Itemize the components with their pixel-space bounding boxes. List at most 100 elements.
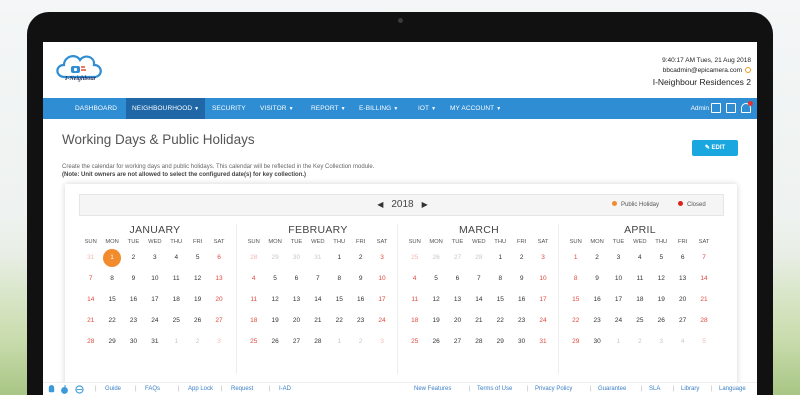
day-cell[interactable]: 15 — [329, 289, 350, 310]
day-cell[interactable]: 5 — [264, 268, 285, 289]
day-cell[interactable]: 25 — [629, 310, 650, 331]
nav-my-account[interactable]: My Account ▼ — [444, 98, 507, 119]
prev-year-icon[interactable]: ◀ — [377, 200, 383, 209]
day-cell[interactable]: 7 — [307, 268, 328, 289]
day-cell[interactable]: 28 — [243, 247, 264, 268]
day-cell[interactable]: 4 — [404, 268, 425, 289]
day-cell[interactable]: 14 — [693, 268, 714, 289]
nav-security[interactable]: Security — [206, 98, 252, 119]
nav-visitor[interactable]: Visitor ▼ — [254, 98, 300, 119]
day-cell[interactable]: 22 — [490, 310, 511, 331]
day-cell[interactable]: 1 — [490, 247, 511, 268]
day-cell[interactable]: 2 — [629, 331, 650, 352]
day-cell[interactable]: 14 — [307, 289, 328, 310]
day-cell[interactable]: 3 — [651, 331, 672, 352]
next-year-icon[interactable]: ▶ — [422, 200, 428, 209]
day-cell[interactable]: 27 — [447, 331, 468, 352]
day-cell[interactable]: 22 — [101, 310, 122, 331]
day-cell[interactable]: 17 — [144, 289, 165, 310]
day-cell[interactable]: 13 — [672, 268, 693, 289]
day-cell[interactable]: 15 — [565, 289, 586, 310]
footer-link[interactable]: New Features — [414, 383, 451, 395]
day-cell[interactable]: 11 — [629, 268, 650, 289]
day-cell[interactable]: 1 — [329, 331, 350, 352]
day-cell[interactable]: 27 — [286, 331, 307, 352]
day-cell[interactable]: 17 — [532, 289, 553, 310]
day-cell[interactable]: 13 — [286, 289, 307, 310]
day-cell[interactable]: 14 — [468, 289, 489, 310]
day-cell[interactable]: 12 — [264, 289, 285, 310]
day-cell[interactable]: 29 — [565, 331, 586, 352]
footer-link[interactable]: Library — [681, 383, 699, 395]
day-cell[interactable]: 1 — [608, 331, 629, 352]
day-cell[interactable]: 26 — [651, 310, 672, 331]
day-cell[interactable]: 30 — [586, 331, 607, 352]
day-cell[interactable]: 17 — [608, 289, 629, 310]
day-cell[interactable]: 18 — [404, 310, 425, 331]
nav-user[interactable]: Admin — [691, 98, 709, 119]
day-cell[interactable]: 14 — [80, 289, 101, 310]
day-cell[interactable]: 23 — [350, 310, 371, 331]
site-name[interactable]: I-Neighbour Residences 2 — [653, 76, 751, 88]
day-cell[interactable]: 4 — [672, 331, 693, 352]
day-cell[interactable]: 5 — [693, 331, 714, 352]
day-cell[interactable]: 16 — [586, 289, 607, 310]
power-icon[interactable] — [745, 67, 751, 73]
day-cell[interactable]: 24 — [532, 310, 553, 331]
day-cell[interactable]: 3 — [371, 247, 392, 268]
day-cell[interactable]: 8 — [101, 268, 122, 289]
day-cell[interactable]: 26 — [425, 331, 446, 352]
web-app-icon[interactable] — [75, 385, 84, 394]
day-cell[interactable]: 6 — [208, 247, 229, 268]
day-cell[interactable]: 27 — [208, 310, 229, 331]
day-cell[interactable]: 9 — [123, 268, 144, 289]
day-cell[interactable]: 15 — [101, 289, 122, 310]
day-cell[interactable]: 12 — [187, 268, 208, 289]
edit-button[interactable]: ✎ EDIT — [692, 140, 738, 156]
day-cell-holiday[interactable]: 1 — [101, 247, 122, 268]
day-cell[interactable]: 2 — [586, 247, 607, 268]
day-cell[interactable]: 12 — [425, 289, 446, 310]
day-cell[interactable]: 4 — [166, 247, 187, 268]
day-cell[interactable]: 24 — [144, 310, 165, 331]
footer-link[interactable]: Language — [719, 383, 746, 395]
day-cell[interactable]: 10 — [371, 268, 392, 289]
day-cell[interactable]: 8 — [329, 268, 350, 289]
apple-icon[interactable] — [60, 385, 69, 394]
day-cell[interactable]: 6 — [286, 268, 307, 289]
day-cell[interactable]: 13 — [447, 289, 468, 310]
day-cell[interactable]: 8 — [490, 268, 511, 289]
nav-dashboard[interactable]: Dashboard — [69, 98, 123, 119]
day-cell[interactable]: 4 — [243, 268, 264, 289]
day-cell[interactable]: 9 — [350, 268, 371, 289]
day-cell[interactable]: 25 — [404, 247, 425, 268]
day-cell[interactable]: 27 — [447, 247, 468, 268]
footer-link[interactable]: Privacy Policy — [535, 383, 572, 395]
day-cell[interactable]: 19 — [425, 310, 446, 331]
day-cell[interactable]: 3 — [532, 247, 553, 268]
nav-neighbourhood[interactable]: Neighbourhood ▼ — [126, 98, 206, 119]
day-cell[interactable]: 30 — [123, 331, 144, 352]
document-icon[interactable] — [726, 103, 736, 113]
day-cell[interactable]: 28 — [693, 310, 714, 331]
day-cell[interactable]: 20 — [208, 289, 229, 310]
day-cell[interactable]: 1 — [166, 331, 187, 352]
day-cell[interactable]: 16 — [511, 289, 532, 310]
day-cell[interactable]: 21 — [307, 310, 328, 331]
footer-link[interactable]: SLA — [649, 383, 660, 395]
day-cell[interactable]: 2 — [187, 331, 208, 352]
day-cell[interactable]: 25 — [243, 331, 264, 352]
day-cell[interactable]: 23 — [123, 310, 144, 331]
day-cell[interactable]: 6 — [672, 247, 693, 268]
day-cell[interactable]: 13 — [208, 268, 229, 289]
day-cell[interactable]: 3 — [144, 247, 165, 268]
day-cell[interactable]: 31 — [144, 331, 165, 352]
day-cell[interactable]: 7 — [468, 268, 489, 289]
day-cell[interactable]: 9 — [511, 268, 532, 289]
day-cell[interactable]: 16 — [350, 289, 371, 310]
day-cell[interactable]: 10 — [608, 268, 629, 289]
day-cell[interactable]: 18 — [166, 289, 187, 310]
day-cell[interactable]: 26 — [264, 331, 285, 352]
day-cell[interactable]: 25 — [404, 331, 425, 352]
day-cell[interactable]: 21 — [468, 310, 489, 331]
